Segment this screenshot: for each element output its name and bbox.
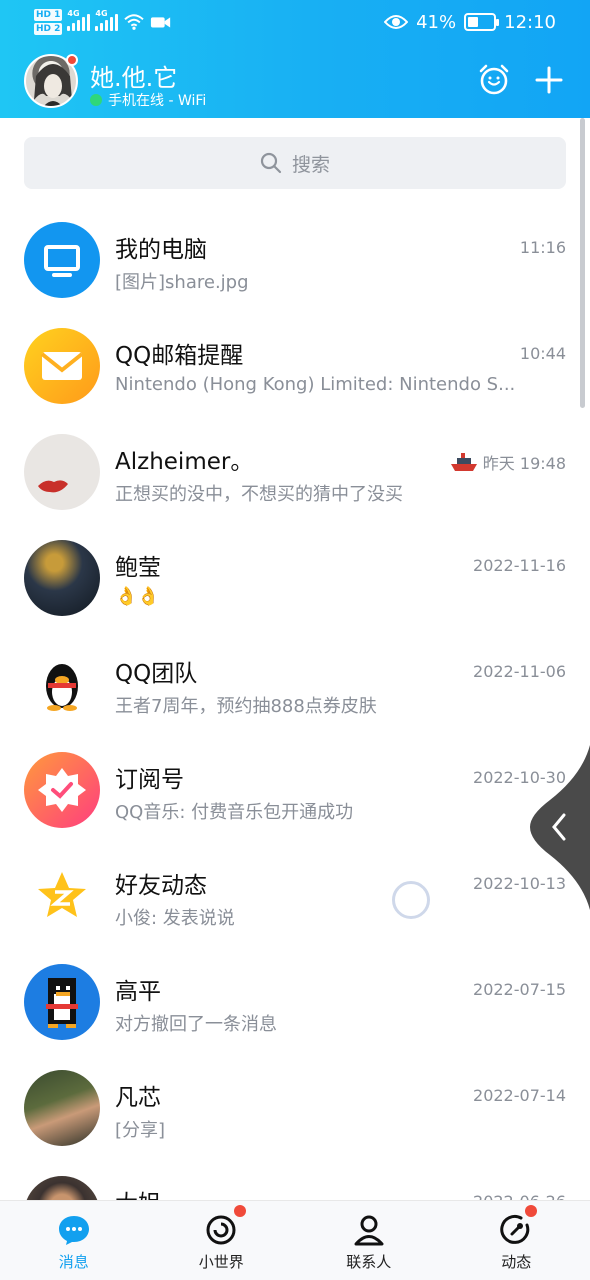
qzone-avatar [24,858,100,934]
conversation-row[interactable]: QQ邮箱提醒 Nintendo (Hong Kong) Limited: Nin… [0,298,590,404]
online-status[interactable]: 手机在线 - WiFi [90,90,206,110]
status-right: 41% 12:10 [384,8,556,36]
search-placeholder: 搜索 [291,153,330,176]
clock: 12:10 [504,11,556,33]
conversation-preview: 对方撤回了一条消息 [115,1014,277,1035]
conversation-preview: 正想买的没中，不想买的猜中了没买 [115,484,403,505]
online-status-text: 手机在线 - WiFi [108,93,207,109]
world-icon [206,1215,236,1245]
conversation-time: 11:16 [519,238,566,257]
conversation-time: 昨天 19:48 [449,450,566,474]
conversation-time: 2022-11-06 [473,662,566,681]
conversation-name: 凡芯 [115,1085,161,1111]
conversation-preview: 👌👌 [115,586,160,607]
moments-icon [500,1214,530,1244]
pixel-penguin-avatar [24,964,100,1040]
battery-icon [464,13,500,31]
nav-label: 联系人 [346,1253,392,1271]
qq-app-screen: HD 1 HD 2 4G 4G 41% 12:10 她.他.它 手机在线 - W… [0,0,590,1280]
conversation-row[interactable]: QQ团队 王者7周年，预约抽888点券皮肤 2022-11-06 [0,616,590,722]
conversation-preview: [图片]share.jpg [115,272,249,293]
hd2-label: HD 2 [34,23,63,35]
conversation-row[interactable]: 好友动态 小俊: 发表说说 2022-10-13 [0,828,590,934]
plus-icon[interactable] [531,62,567,98]
world-badge [233,1205,246,1217]
computer-avatar [24,222,100,298]
battery-fill [468,17,479,27]
hd1-label: HD 1 [34,9,63,21]
nav-label: 小世界 [198,1253,244,1271]
conversation-time: 2022-11-16 [473,556,566,575]
net1-label: 4G [67,9,80,18]
conversation-preview: [分享] [115,1120,166,1141]
message-icon [58,1216,89,1245]
night-avatar [24,540,100,616]
conversation-name: QQ邮箱提醒 [115,343,244,369]
battery-percent: 41% [416,11,457,33]
conversation-name: QQ团队 [115,661,198,687]
conversation-name: 好友动态 [115,873,207,899]
conversation-time: 2022-07-15 [473,980,566,999]
conversation-name: 我的电脑 [115,237,207,263]
conversation-row[interactable]: 订阅号 QQ音乐: 付费音乐包开通成功 2022-10-30 [0,722,590,828]
conversation-name: 高平 [115,979,161,1005]
eye-icon [384,15,409,29]
moments-badge [524,1205,537,1217]
mail-avatar [24,328,100,404]
conversation-preview: 小俊: 发表说说 [115,908,235,929]
side-drawer-handle[interactable] [530,745,590,910]
video-camera-icon [151,17,171,28]
conversation-preview: 王者7周年，预约抽888点券皮肤 [115,696,377,717]
conversation-row[interactable]: 凡芯 [分享] 2022-07-14 [0,1040,590,1146]
signal-icon: 4G [67,9,91,31]
status-bar: HD 1 HD 2 4G 4G 41% 12:10 [0,0,590,44]
conversation-row[interactable]: 我的电脑 [图片]share.jpg 11:16 [0,192,590,298]
conversation-preview: QQ音乐: 付费音乐包开通成功 [115,802,354,823]
nav-label: 动态 [501,1253,532,1271]
search-icon [260,152,282,174]
conversation-row[interactable]: 高平 对方撤回了一条消息 2022-07-15 [0,934,590,1040]
profile-avatar-button[interactable] [24,54,78,108]
nav-contacts[interactable]: 联系人 [295,1201,443,1280]
contacts-icon [354,1215,384,1246]
search-bar[interactable]: 搜索 [24,137,566,189]
penguin-avatar [24,646,100,722]
conversation-row[interactable]: Alzheimer。 正想买的没中，不想买的猜中了没买 昨天 19:48 [0,404,590,510]
conversation-list: 我的电脑 [图片]share.jpg 11:16 QQ邮箱提醒 Nintendo… [0,192,590,1252]
conversation-row[interactable]: 鲍莹 👌👌 2022-11-16 [0,510,590,616]
subscription-avatar [24,752,100,828]
online-dot-icon [90,94,102,106]
hd-indicator: HD 1 HD 2 [34,8,63,36]
ship-icon [450,453,477,471]
nav-moments[interactable]: 动态 [443,1201,590,1280]
wifi-icon [124,14,145,30]
notification-dot [66,54,78,66]
conversation-time: 10:44 [519,344,566,363]
net2-label: 4G [95,9,108,18]
loading-indicator [392,881,430,919]
bottom-navigation: 消息 小世界 联系人 动态 [0,1200,590,1280]
conversation-name: 鲍莹 [115,555,161,581]
nav-label: 消息 [58,1253,89,1271]
conversation-name: Alzheimer。 [115,449,254,475]
conversation-time: 2022-07-14 [473,1086,566,1105]
lips-avatar [24,434,100,510]
nav-world[interactable]: 小世界 [148,1201,296,1280]
alarm-clock-icon[interactable] [476,62,512,98]
profile-nickname[interactable]: 她.他.它 [90,58,177,93]
signal2-icon: 4G [95,9,119,31]
app-header: HD 1 HD 2 4G 4G 41% 12:10 她.他.它 手机在线 - W… [0,0,590,118]
status-left: HD 1 HD 2 4G 4G [34,6,172,38]
conversation-preview: Nintendo (Hong Kong) Limited: Nintendo S… [115,374,516,395]
conversation-name: 订阅号 [115,767,184,793]
nav-messages[interactable]: 消息 [0,1201,148,1280]
hands-avatar [24,1070,100,1146]
